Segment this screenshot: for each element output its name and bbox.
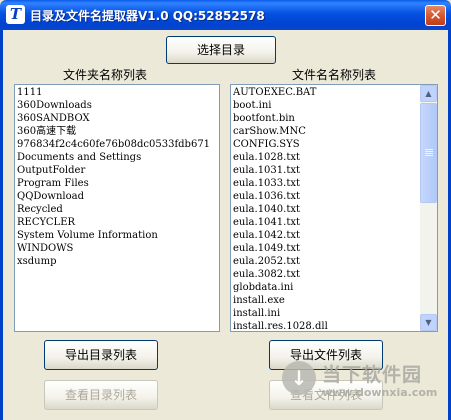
- list-item[interactable]: eula.2052.txt: [233, 255, 328, 268]
- list-item[interactable]: eula.1036.txt: [233, 190, 328, 203]
- list-item[interactable]: Recycled: [17, 203, 210, 216]
- download-arrow-icon: ↓: [282, 361, 316, 395]
- list-item[interactable]: AUTOEXEC.BAT: [233, 86, 328, 99]
- watermark-url: www.downxia.com: [322, 386, 438, 399]
- folder-list-heading: 文件夹名称列表: [63, 68, 148, 82]
- folder-listbox[interactable]: 1111 360Downloads 360SANDBOX 360高速下载 976834f…: [14, 84, 220, 332]
- list-item[interactable]: eula.1041.txt: [233, 216, 328, 229]
- list-item[interactable]: OutputFolder: [17, 164, 210, 177]
- list-item[interactable]: carShow.MNC: [233, 125, 328, 138]
- list-item[interactable]: WINDOWS: [17, 242, 210, 255]
- file-listbox[interactable]: AUTOEXEC.BAT boot.ini bootfont.bin carShow.…: [230, 84, 438, 332]
- list-item[interactable]: eula.1033.txt: [233, 177, 328, 190]
- scroll-down-arrow-icon[interactable]: ▼: [420, 314, 437, 331]
- list-item[interactable]: install.exe: [233, 294, 328, 307]
- list-item[interactable]: RECYCLER: [17, 216, 210, 229]
- list-item[interactable]: 1111: [17, 86, 210, 99]
- list-item[interactable]: System Volume Information: [17, 229, 210, 242]
- window-title: 目录及文件名提取器V1.0 QQ:52852578: [30, 9, 265, 23]
- list-item[interactable]: eula.1040.txt: [233, 203, 328, 216]
- list-item[interactable]: eula.1042.txt: [233, 229, 328, 242]
- scroll-up-arrow-icon[interactable]: ▲: [420, 85, 437, 102]
- thumb-grip-icon: [425, 149, 433, 156]
- file-list-heading: 文件名名称列表: [292, 68, 377, 82]
- list-item[interactable]: QQDownload: [17, 190, 210, 203]
- list-item[interactable]: eula.1031.txt: [233, 164, 328, 177]
- list-item[interactable]: 360高速下载: [17, 125, 210, 138]
- select-directory-button[interactable]: 选择目录: [166, 36, 276, 64]
- view-folder-list-button[interactable]: 查看目录列表: [44, 380, 158, 410]
- list-item[interactable]: install.ini: [233, 307, 328, 320]
- scrollbar-thumb[interactable]: [420, 103, 437, 203]
- list-item[interactable]: 976834f2c4c60fe76b08dc0533fdb671: [17, 138, 210, 151]
- watermark: ↓ 当下软件园 www.downxia.com: [282, 358, 442, 416]
- title-bar: T 目录及文件名提取器V1.0 QQ:52852578 ✕: [0, 0, 451, 30]
- list-item[interactable]: bootfont.bin: [233, 112, 328, 125]
- list-item[interactable]: CONFIG.SYS: [233, 138, 328, 151]
- list-item[interactable]: Program Files: [17, 177, 210, 190]
- list-item[interactable]: eula.1049.txt: [233, 242, 328, 255]
- folder-list: 1111 360Downloads 360SANDBOX 360高速下载 976834f…: [17, 86, 210, 268]
- app-icon: T: [6, 5, 25, 24]
- list-item[interactable]: 360SANDBOX: [17, 112, 210, 125]
- close-button[interactable]: ✕: [425, 5, 446, 26]
- list-item[interactable]: globdata.ini: [233, 281, 328, 294]
- list-item[interactable]: Documents and Settings: [17, 151, 210, 164]
- list-item[interactable]: eula.3082.txt: [233, 268, 328, 281]
- list-item[interactable]: 360Downloads: [17, 99, 210, 112]
- list-item[interactable]: xsdump: [17, 255, 210, 268]
- list-item[interactable]: boot.ini: [233, 99, 328, 112]
- watermark-name: 当下软件园: [322, 364, 423, 386]
- export-folder-list-button[interactable]: 导出目录列表: [44, 340, 158, 370]
- file-list: AUTOEXEC.BAT boot.ini bootfont.bin carShow.…: [233, 86, 328, 331]
- list-item[interactable]: install.res.1028.dll: [233, 320, 328, 331]
- file-list-scrollbar[interactable]: ▲ ▼: [420, 85, 437, 331]
- list-item[interactable]: eula.1028.txt: [233, 151, 328, 164]
